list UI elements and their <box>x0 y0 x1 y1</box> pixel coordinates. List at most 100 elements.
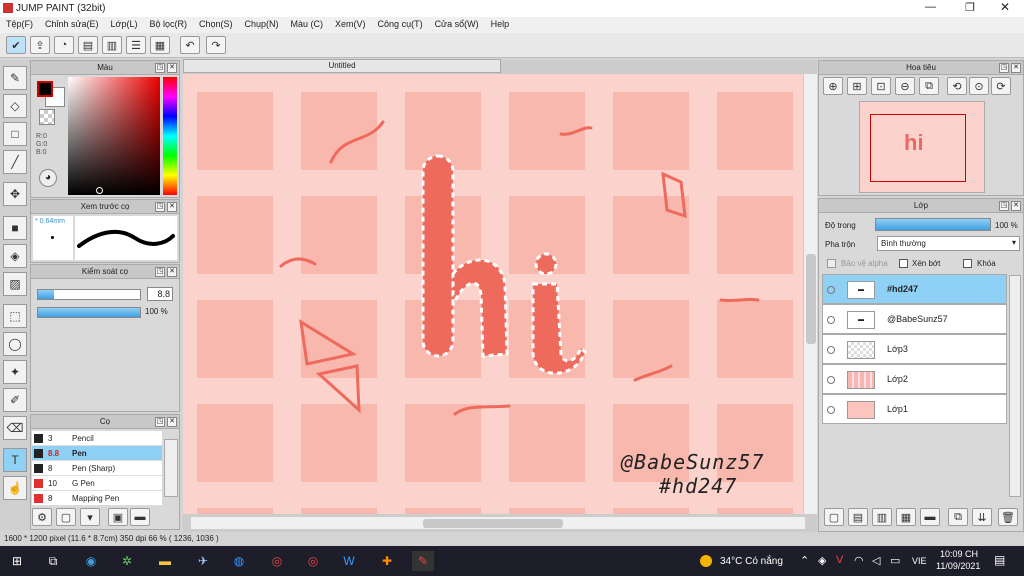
app-icon[interactable]: ✈ <box>192 551 214 571</box>
eye-icon[interactable] <box>827 406 835 414</box>
rotate-right-icon[interactable]: ⟳ <box>991 77 1011 95</box>
blend-mode-select[interactable]: Bình thường ▾ <box>877 236 1020 251</box>
bucket-icon[interactable]: ◈ <box>3 244 27 268</box>
task-view-icon[interactable]: ⧉ <box>42 551 64 571</box>
merge-layer-icon[interactable]: ⇊ <box>972 508 992 526</box>
chevron-up-icon[interactable]: ⌃ <box>800 554 809 567</box>
close-icon[interactable]: ✕ <box>1000 0 1010 14</box>
panel-float-icon[interactable]: ◳ <box>999 201 1009 211</box>
zoom-out-icon[interactable]: ⊖ <box>895 77 915 95</box>
grid-icon[interactable]: ▦ <box>150 36 170 54</box>
layer-row[interactable]: Lớp1 <box>822 394 1007 424</box>
minimize-icon[interactable]: — <box>925 1 936 13</box>
file-explorer-icon[interactable]: ▬ <box>154 551 176 571</box>
brush-item[interactable]: 8 Pen (Sharp) <box>32 461 162 476</box>
layer-opacity-slider[interactable] <box>875 218 991 231</box>
rotate-left-icon[interactable]: ⟲ <box>947 77 967 95</box>
brush-menu-icon[interactable]: ▾ <box>80 508 100 526</box>
speech-icon[interactable]: ◔ <box>54 36 74 54</box>
panel-close-icon[interactable]: ✕ <box>167 417 177 427</box>
app-icon[interactable]: ✲ <box>116 551 138 571</box>
navigator-thumbnail[interactable]: hi <box>859 101 985 193</box>
document-tab[interactable]: Untitled <box>183 59 501 73</box>
panel-close-icon[interactable]: ✕ <box>167 63 177 73</box>
brush-item-selected[interactable]: 8.8 Pen <box>32 446 162 461</box>
saturation-value-picker[interactable] <box>68 77 160 195</box>
zalo-icon[interactable]: ◍ <box>228 551 250 571</box>
edge-icon[interactable]: ◉ <box>80 551 102 571</box>
brush-list-scrollbar[interactable] <box>164 439 178 497</box>
language-indicator[interactable]: VIE <box>912 556 927 566</box>
duplicate-layer-icon[interactable]: ⧉ <box>948 508 968 526</box>
vertical-scroll-thumb[interactable] <box>806 254 816 344</box>
layer-row[interactable]: Lớp3 <box>822 334 1007 364</box>
word-icon[interactable]: W <box>338 551 360 571</box>
brush-opacity-slider[interactable] <box>37 307 141 318</box>
windows-start-icon[interactable]: ⊞ <box>6 551 28 571</box>
menu-file[interactable]: Tệp(F) <box>0 17 39 33</box>
panel-close-icon[interactable]: ✕ <box>167 202 177 212</box>
zoom-actual-icon[interactable]: ⊞ <box>847 77 867 95</box>
menu-edit[interactable]: Chỉnh sửa(E) <box>39 17 105 33</box>
brush-item[interactable]: 10 G Pen <box>32 476 162 491</box>
rotate-reset-icon[interactable]: ⊙ <box>969 77 989 95</box>
list-icon[interactable]: ☰ <box>126 36 146 54</box>
brush-size-slider[interactable] <box>37 289 141 300</box>
menu-view[interactable]: Xem(V) <box>329 17 372 33</box>
chrome-icon[interactable]: ◎ <box>302 551 324 571</box>
eraser-tool-icon[interactable]: ◇ <box>3 94 27 118</box>
panel-float-icon[interactable]: ◳ <box>155 202 165 212</box>
brush-size-field[interactable]: 8.8 <box>147 287 173 301</box>
magic-wand-icon[interactable]: ✦ <box>3 360 27 384</box>
gradient-icon[interactable]: ▨ <box>3 272 27 296</box>
flip-icon[interactable]: ⧉ <box>919 77 939 95</box>
eye-icon[interactable] <box>827 286 835 294</box>
check-icon[interactable]: ✔ <box>6 36 26 54</box>
text-tool-icon[interactable]: T <box>3 448 27 472</box>
line-tool-icon[interactable]: ╱ <box>3 150 27 174</box>
new-layer-8bit-icon[interactable]: ▤ <box>848 508 868 526</box>
canvas-horizontal-scrollbar[interactable] <box>190 516 806 530</box>
foreground-color-swatch[interactable] <box>37 81 53 97</box>
clipping-checkbox[interactable] <box>899 259 908 268</box>
undo-icon[interactable]: ↶ <box>180 36 200 54</box>
zoom-fit-icon[interactable]: ⊡ <box>871 77 891 95</box>
drawing-canvas[interactable]: @BabeSunz57 #hd247 <box>183 74 803 514</box>
brush-settings-icon[interactable]: ⚙ <box>32 508 52 526</box>
panel-close-icon[interactable]: ✕ <box>1011 201 1021 211</box>
brush-copy-icon[interactable]: ▣ <box>108 508 128 526</box>
eye-icon[interactable] <box>827 316 835 324</box>
canvas-vertical-scrollbar[interactable] <box>803 74 817 514</box>
eye-icon[interactable] <box>827 346 835 354</box>
select-eraser-icon[interactable]: ⌫ <box>3 416 27 440</box>
page-icon[interactable]: ▥ <box>102 36 122 54</box>
layers-scrollbar[interactable] <box>1009 275 1021 497</box>
zoom-in-icon[interactable]: ⊕ <box>823 77 843 95</box>
select-rect-icon[interactable]: ⬚ <box>3 304 27 328</box>
new-screentone-icon[interactable]: ▦ <box>896 508 916 526</box>
lasso-icon[interactable]: ◯ <box>3 332 27 356</box>
comment-icon[interactable]: ▤ <box>78 36 98 54</box>
menu-filter[interactable]: Bộ lọc(R) <box>143 17 193 33</box>
panel-float-icon[interactable]: ◳ <box>155 417 165 427</box>
brush-item[interactable]: 3 Pencil <box>32 431 162 446</box>
panel-float-icon[interactable]: ◳ <box>999 63 1009 73</box>
menu-capture[interactable]: Chụp(N) <box>239 17 285 33</box>
speaker-icon[interactable]: ◁ <box>872 554 880 567</box>
layer-row[interactable]: ▬ @BabeSunz57 <box>822 304 1007 334</box>
weather-text[interactable]: 34°C Có nắng <box>720 556 783 567</box>
battery-icon[interactable]: ▭ <box>890 554 900 567</box>
fill-rect-icon[interactable]: ■ <box>3 216 27 240</box>
new-brush-icon[interactable]: ▢ <box>56 508 76 526</box>
brush-folder-icon[interactable]: ▬ <box>130 508 150 526</box>
layer-row[interactable]: Lớp2 <box>822 364 1007 394</box>
menu-color[interactable]: Màu (C) <box>285 17 330 33</box>
jump-paint-icon[interactable]: ✎ <box>412 551 434 571</box>
export-icon[interactable]: ⇪ <box>30 36 50 54</box>
menu-select[interactable]: Chọn(S) <box>193 17 239 33</box>
select-pen-icon[interactable]: ✐ <box>3 388 27 412</box>
brush-item[interactable]: 8 Mapping Pen <box>32 491 162 506</box>
menu-window[interactable]: Cửa sổ(W) <box>429 17 485 33</box>
maximize-icon[interactable]: ❐ <box>965 1 975 14</box>
transparent-color-swatch[interactable] <box>39 109 55 125</box>
